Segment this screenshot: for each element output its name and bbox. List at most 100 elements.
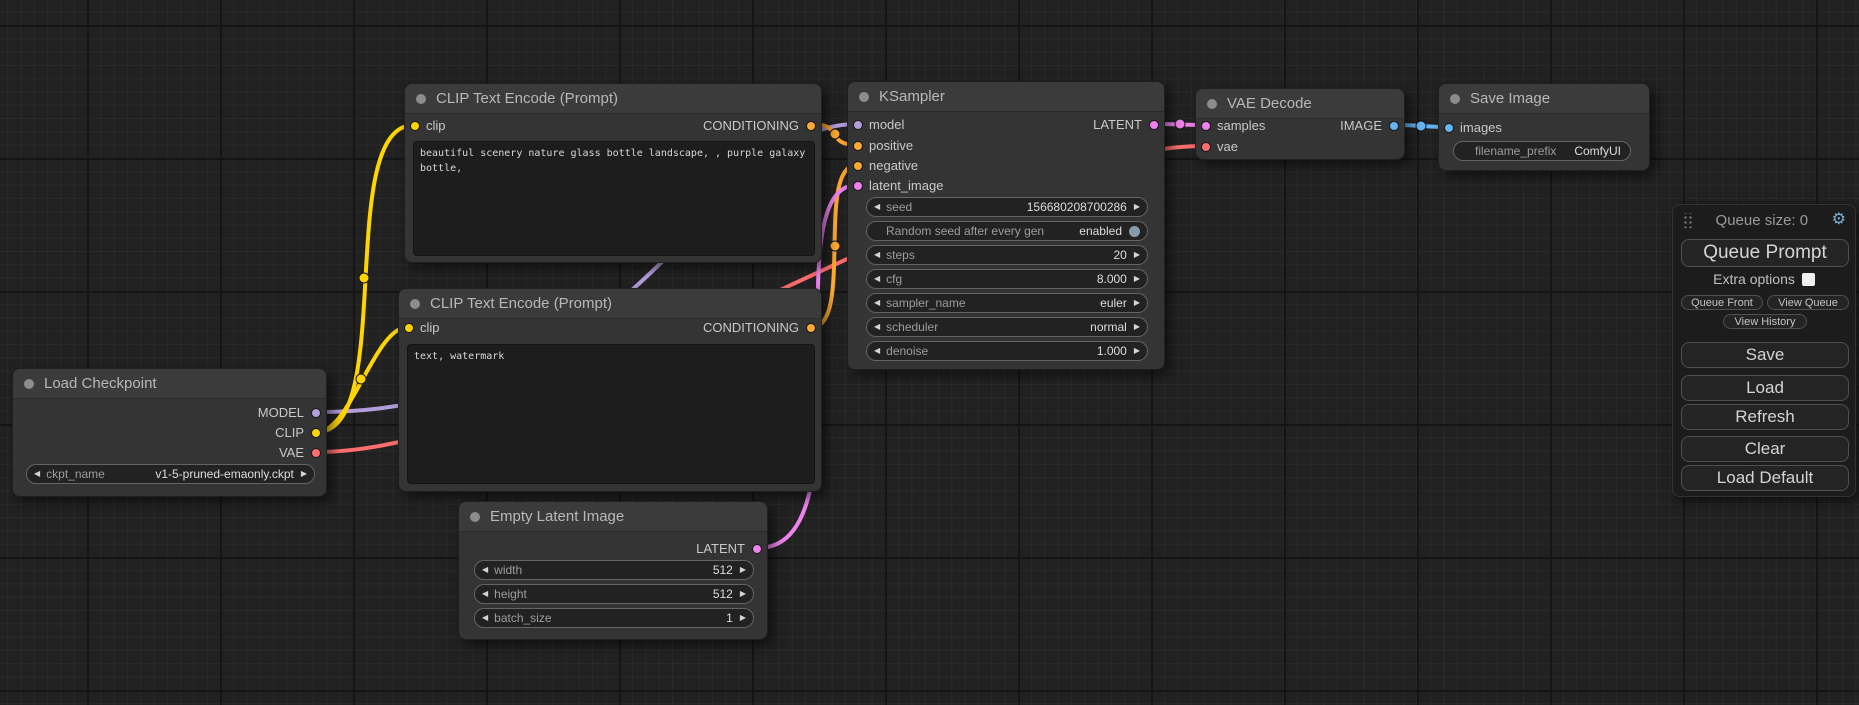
widget-decrement-arrow[interactable]: ◀ bbox=[874, 341, 880, 361]
output-slot-label: MODEL bbox=[258, 403, 304, 423]
node-ksampler[interactable]: KSampler model positive negative latent_… bbox=[847, 81, 1165, 370]
widget-decrement-arrow[interactable]: ◀ bbox=[874, 293, 880, 313]
input-slot-clip[interactable] bbox=[404, 323, 414, 333]
node-empty-latent-image[interactable]: Empty Latent Image LATENT ◀ width 512 ▶ … bbox=[458, 501, 768, 640]
prompt-textarea[interactable]: beautiful scenery nature glass bottle la… bbox=[413, 141, 815, 256]
widget-increment-arrow[interactable]: ▶ bbox=[740, 608, 746, 628]
widget-decrement-arrow[interactable]: ◀ bbox=[482, 560, 488, 580]
widget-label: cfg bbox=[886, 272, 902, 286]
node-titlebar[interactable]: Save Image bbox=[1439, 84, 1649, 114]
widget-random-seed-toggle[interactable]: Random seed after every gen enabled bbox=[866, 221, 1148, 241]
collapse-dot[interactable] bbox=[470, 512, 480, 522]
widget-increment-arrow[interactable]: ▶ bbox=[1134, 317, 1140, 337]
input-slot-model[interactable] bbox=[853, 120, 863, 130]
output-slot-label: LATENT bbox=[1093, 115, 1142, 135]
toggle-indicator[interactable] bbox=[1129, 226, 1140, 237]
collapse-dot[interactable] bbox=[859, 92, 869, 102]
input-slot-positive[interactable] bbox=[853, 141, 863, 151]
input-slot-latent-image[interactable] bbox=[853, 181, 863, 191]
widget-decrement-arrow[interactable]: ◀ bbox=[34, 464, 40, 484]
collapse-dot[interactable] bbox=[1450, 94, 1460, 104]
output-slot-clip[interactable] bbox=[311, 428, 321, 438]
output-slot-image[interactable] bbox=[1389, 121, 1399, 131]
widget-increment-arrow[interactable]: ▶ bbox=[740, 560, 746, 580]
node-load-checkpoint[interactable]: Load Checkpoint MODEL CLIP VAE ◀ ckpt_na… bbox=[12, 368, 327, 497]
widget-increment-arrow[interactable]: ▶ bbox=[740, 584, 746, 604]
widget-seed[interactable]: ◀ seed 156680208700286 ▶ bbox=[866, 197, 1148, 217]
output-slot-model[interactable] bbox=[311, 408, 321, 418]
clear-button[interactable]: Clear bbox=[1681, 436, 1849, 462]
widget-steps[interactable]: ◀ steps 20 ▶ bbox=[866, 245, 1148, 265]
output-slot-latent[interactable] bbox=[752, 544, 762, 554]
node-save-image[interactable]: Save Image images filename_prefix ComfyU… bbox=[1438, 83, 1650, 171]
view-history-button[interactable]: View History bbox=[1723, 314, 1807, 329]
output-slot-label: VAE bbox=[279, 443, 304, 463]
gear-icon[interactable]: ⚙ bbox=[1832, 212, 1846, 228]
widget-scheduler[interactable]: ◀ scheduler normal ▶ bbox=[866, 317, 1148, 337]
output-slot-latent[interactable] bbox=[1149, 120, 1159, 130]
widget-decrement-arrow[interactable]: ◀ bbox=[482, 608, 488, 628]
link-midpoint-dot bbox=[356, 374, 366, 384]
input-slot-images[interactable] bbox=[1444, 123, 1454, 133]
widget-increment-arrow[interactable]: ▶ bbox=[301, 464, 307, 484]
node-titlebar[interactable]: KSampler bbox=[848, 82, 1164, 112]
input-slot-label: model bbox=[869, 115, 904, 135]
output-slot-vae[interactable] bbox=[311, 448, 321, 458]
input-slot-samples[interactable] bbox=[1201, 121, 1211, 131]
widget-ckpt-name[interactable]: ◀ ckpt_name v1-5-pruned-emaonly.ckpt ▶ bbox=[26, 464, 315, 484]
node-title: Load Checkpoint bbox=[44, 375, 157, 392]
queue-prompt-button[interactable]: Queue Prompt bbox=[1681, 239, 1849, 267]
node-titlebar[interactable]: CLIP Text Encode (Prompt) bbox=[405, 84, 821, 114]
input-slot-vae[interactable] bbox=[1201, 142, 1211, 152]
collapse-dot[interactable] bbox=[1207, 99, 1217, 109]
widget-decrement-arrow[interactable]: ◀ bbox=[874, 317, 880, 337]
refresh-button[interactable]: Refresh bbox=[1681, 404, 1849, 430]
extra-options-checkbox[interactable] bbox=[1802, 273, 1815, 286]
node-clip-text-encode-negative[interactable]: CLIP Text Encode (Prompt) clip CONDITION… bbox=[398, 288, 822, 492]
node-title: Save Image bbox=[1470, 90, 1550, 107]
widget-increment-arrow[interactable]: ▶ bbox=[1134, 293, 1140, 313]
widget-height[interactable]: ◀ height 512 ▶ bbox=[474, 584, 754, 604]
widget-increment-arrow[interactable]: ▶ bbox=[1134, 197, 1140, 217]
node-titlebar[interactable]: Empty Latent Image bbox=[459, 502, 767, 532]
node-clip-text-encode-positive[interactable]: CLIP Text Encode (Prompt) clip CONDITION… bbox=[404, 83, 822, 263]
link-midpoint-dot bbox=[830, 129, 840, 139]
widget-sampler-name[interactable]: ◀ sampler_name euler ▶ bbox=[866, 293, 1148, 313]
node-titlebar[interactable]: VAE Decode bbox=[1196, 89, 1404, 119]
collapse-dot[interactable] bbox=[416, 94, 426, 104]
widget-decrement-arrow[interactable]: ◀ bbox=[874, 197, 880, 217]
widget-increment-arrow[interactable]: ▶ bbox=[1134, 245, 1140, 265]
output-slot-conditioning[interactable] bbox=[806, 121, 816, 131]
prompt-textarea[interactable]: text, watermark bbox=[407, 344, 815, 484]
queue-front-button[interactable]: Queue Front bbox=[1681, 295, 1763, 310]
widget-filename-prefix[interactable]: filename_prefix ComfyUI bbox=[1453, 141, 1631, 161]
widget-value: 512 bbox=[713, 563, 733, 577]
widget-decrement-arrow[interactable]: ◀ bbox=[482, 584, 488, 604]
widget-batch-size[interactable]: ◀ batch_size 1 ▶ bbox=[474, 608, 754, 628]
widget-width[interactable]: ◀ width 512 ▶ bbox=[474, 560, 754, 580]
collapse-dot[interactable] bbox=[24, 379, 34, 389]
widget-increment-arrow[interactable]: ▶ bbox=[1134, 341, 1140, 361]
input-slot-negative[interactable] bbox=[853, 161, 863, 171]
output-slot-conditioning[interactable] bbox=[806, 323, 816, 333]
drag-handle-icon[interactable] bbox=[1682, 213, 1692, 228]
load-default-button[interactable]: Load Default bbox=[1681, 465, 1849, 491]
node-title: Empty Latent Image bbox=[490, 508, 624, 525]
widget-decrement-arrow[interactable]: ◀ bbox=[874, 245, 880, 265]
node-title: CLIP Text Encode (Prompt) bbox=[430, 295, 612, 312]
widget-label: seed bbox=[886, 200, 912, 214]
widget-decrement-arrow[interactable]: ◀ bbox=[874, 269, 880, 289]
collapse-dot[interactable] bbox=[410, 299, 420, 309]
node-titlebar[interactable]: CLIP Text Encode (Prompt) bbox=[399, 289, 821, 319]
input-slot-clip[interactable] bbox=[410, 121, 420, 131]
widget-value: normal bbox=[1090, 320, 1127, 334]
widget-denoise[interactable]: ◀ denoise 1.000 ▶ bbox=[866, 341, 1148, 361]
node-title: CLIP Text Encode (Prompt) bbox=[436, 90, 618, 107]
widget-increment-arrow[interactable]: ▶ bbox=[1134, 269, 1140, 289]
load-button[interactable]: Load bbox=[1681, 375, 1849, 401]
node-vae-decode[interactable]: VAE Decode samples vae IMAGE bbox=[1195, 88, 1405, 160]
node-titlebar[interactable]: Load Checkpoint bbox=[13, 369, 326, 399]
widget-cfg[interactable]: ◀ cfg 8.000 ▶ bbox=[866, 269, 1148, 289]
view-queue-button[interactable]: View Queue bbox=[1767, 295, 1849, 310]
save-button[interactable]: Save bbox=[1681, 342, 1849, 368]
